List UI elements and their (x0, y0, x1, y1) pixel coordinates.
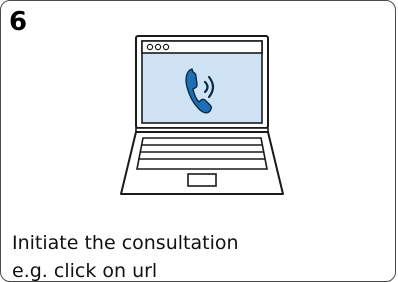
step-subtitle: e.g. click on url (12, 260, 158, 282)
window-dot (154, 43, 162, 51)
window-dot (162, 43, 170, 51)
step-card: 6 Initiate the consultation e.g. click o… (0, 0, 396, 282)
step-number: 6 (9, 7, 28, 37)
step-title: Initiate the consultation (12, 232, 239, 254)
keyboard-area (136, 137, 268, 170)
laptop-video-call-icon (120, 35, 284, 195)
trackpad (187, 173, 217, 187)
window-dot (146, 43, 154, 51)
